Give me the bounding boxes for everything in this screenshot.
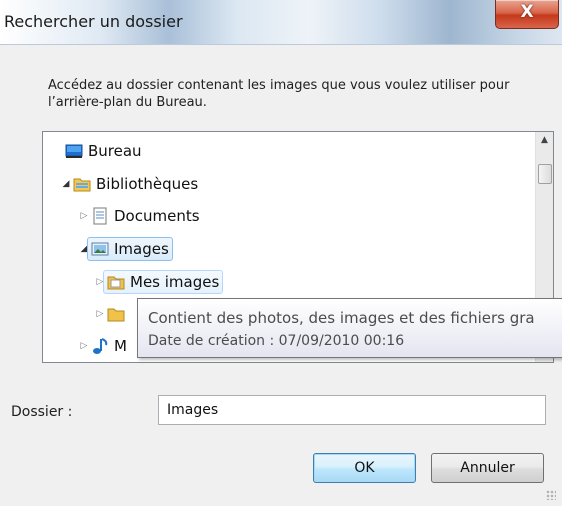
- ok-button[interactable]: OK: [313, 453, 416, 483]
- tree-item-label: Documents: [114, 207, 200, 225]
- tree-item-label: Bibliothèques: [96, 175, 199, 193]
- folder-field-label: Dossier :: [11, 404, 73, 420]
- library-folder-icon: [73, 175, 91, 193]
- tree-item-mes-images[interactable]: ▷ Mes images: [93, 270, 224, 294]
- tree-item-label: Bureau: [88, 142, 142, 160]
- folder-icon: [107, 305, 125, 323]
- tree-item-images[interactable]: ◢ Images: [77, 237, 173, 261]
- music-library-icon: [91, 337, 109, 355]
- tree-item-hidden-folder[interactable]: ▷: [93, 302, 130, 326]
- collapsed-arrow-icon[interactable]: ▷: [77, 211, 91, 221]
- desktop-icon: [65, 142, 83, 160]
- tree-item-bureau[interactable]: Bureau: [51, 139, 142, 163]
- documents-library-icon: [91, 207, 109, 225]
- collapsed-arrow-icon[interactable]: ▷: [77, 341, 91, 351]
- tree-item-label: M: [114, 337, 127, 355]
- collapsed-arrow-icon[interactable]: ▷: [93, 309, 107, 319]
- expanded-arrow-icon[interactable]: ◢: [59, 179, 73, 189]
- close-icon: X: [520, 2, 534, 22]
- tree-item-music[interactable]: ▷ M: [77, 334, 127, 358]
- tree-item-label: Images: [114, 240, 169, 258]
- resize-grip-icon[interactable]: [546, 490, 556, 500]
- tooltip-date: Date de création : 07/09/2010 00:16: [148, 333, 405, 349]
- close-button[interactable]: X: [495, 0, 559, 29]
- scroll-thumb[interactable]: [538, 164, 552, 184]
- title-bar[interactable]: Rechercher un dossier X: [0, 0, 562, 45]
- tree-item-bibliotheques[interactable]: ◢ Bibliothèques: [59, 172, 199, 196]
- tree-item-label: Mes images: [130, 273, 220, 291]
- tooltip-description: Contient des photos, des images et des f…: [148, 309, 535, 327]
- folder-input[interactable]: Images: [158, 395, 546, 425]
- folder-tooltip: Contient des photos, des images et des f…: [137, 298, 562, 358]
- folder-browser-dialog: Rechercher un dossier X Accédez au dossi…: [0, 0, 562, 506]
- cancel-button[interactable]: Annuler: [431, 453, 544, 483]
- instruction-text: Accédez au dossier contenant les images …: [48, 78, 510, 110]
- tree-item-documents[interactable]: ▷ Documents: [77, 204, 200, 228]
- pictures-library-icon: [91, 240, 109, 258]
- scroll-up-icon[interactable]: ▲: [536, 132, 553, 149]
- dialog-title: Rechercher un dossier: [4, 12, 183, 31]
- folder-icon: [107, 273, 125, 291]
